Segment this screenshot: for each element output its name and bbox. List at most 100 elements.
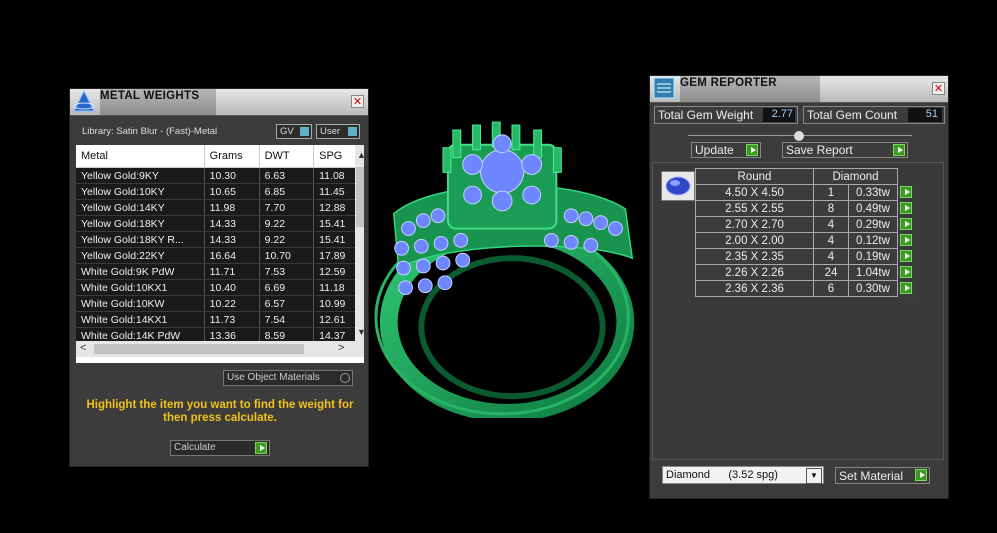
table-cell: 14.33: [204, 215, 260, 232]
arrow-right-icon: [900, 201, 912, 214]
arrow-right-icon: [915, 469, 927, 481]
table-cell: White Gold:14KX1: [76, 311, 205, 328]
ring-render[interactable]: [374, 118, 650, 418]
vertical-scrollbar[interactable]: ▲ ▼: [355, 145, 364, 341]
gem-cell: 4.50 X 4.50: [695, 184, 814, 201]
table-cell: 7.70: [259, 199, 315, 216]
table-cell: Yellow Gold:18KY R...: [76, 231, 205, 248]
gem-cell: 6: [813, 280, 849, 297]
table-row[interactable]: White Gold:14KX1 11.73 7.54 12.61: [76, 311, 364, 328]
gem-shape-icon[interactable]: [661, 171, 695, 201]
gem-cell: 2.70 X 2.70: [695, 216, 814, 233]
column-header-metal[interactable]: Metal: [76, 145, 205, 168]
gem-row[interactable]: 2.36 X 2.36 6 0.30tw: [695, 280, 915, 297]
gem-reporter-panel: GEM REPORTER ✕ Total Gem Weight 2.77 Tot…: [649, 75, 949, 499]
table-cell: 7.54: [259, 311, 315, 328]
table-cell: 16.64: [204, 247, 260, 264]
gem-row[interactable]: 2.26 X 2.26 24 1.04tw: [695, 264, 915, 281]
scroll-left-icon[interactable]: <: [80, 342, 86, 354]
material-select[interactable]: Diamond (3.52 spg) ▼: [662, 466, 824, 484]
gem-row[interactable]: 2.00 X 2.00 4 0.12tw: [695, 232, 915, 249]
column-header-grams[interactable]: Grams: [204, 145, 260, 168]
table-row[interactable]: Yellow Gold:9KY 10.30 6.63 11.08: [76, 167, 364, 184]
table-cell: White Gold:10KW: [76, 295, 205, 312]
metal-table[interactable]: Metal Grams DWT SPG Yellow Gold:9KY 10.30 6.6…: [76, 145, 364, 363]
row-select-button[interactable]: [897, 264, 915, 281]
slider-handle[interactable]: [794, 131, 804, 141]
gv-toggle[interactable]: GV: [276, 124, 312, 139]
table-row[interactable]: White Gold:10KX1 10.40 6.69 11.18: [76, 279, 364, 296]
column-header-dwt[interactable]: DWT: [259, 145, 315, 168]
table-cell: 10.22: [204, 295, 260, 312]
table-row[interactable]: Yellow Gold:22KY 16.64 10.70 17.89: [76, 247, 364, 264]
table-cell: Yellow Gold:14KY: [76, 199, 205, 216]
gem-row[interactable]: 4.50 X 4.50 1 0.33tw: [695, 184, 915, 201]
update-button[interactable]: Update: [691, 142, 761, 158]
table-cell: 11.71: [204, 263, 260, 280]
metal-weights-titlebar[interactable]: METAL WEIGHTS ✕: [70, 89, 368, 116]
table-row[interactable]: Yellow Gold:18KY R... 14.33 9.22 15.41: [76, 231, 364, 248]
row-select-button[interactable]: [897, 280, 915, 297]
table-row[interactable]: Yellow Gold:14KY 11.98 7.70 12.88: [76, 199, 364, 216]
close-icon[interactable]: ✕: [351, 95, 364, 108]
metal-weights-logo-icon: [73, 89, 95, 112]
calculate-button[interactable]: Calculate: [170, 440, 270, 456]
instruction-text: Highlight the item you want to find the …: [86, 399, 354, 424]
gem-cell: 4: [813, 248, 849, 265]
table-cell: White Gold:10KX1: [76, 279, 205, 296]
horizontal-scrollbar[interactable]: < >: [76, 341, 364, 357]
scroll-thumb[interactable]: [356, 167, 364, 227]
table-cell: 7.53: [259, 263, 315, 280]
table-cell: Yellow Gold:10KY: [76, 183, 205, 200]
set-material-button[interactable]: Set Material: [835, 467, 930, 484]
scroll-up-icon[interactable]: ▲: [357, 150, 364, 160]
arrow-right-icon: [746, 144, 758, 156]
row-select-button[interactable]: [897, 184, 915, 201]
gem-reporter-titlebar[interactable]: GEM REPORTER ✕: [650, 76, 948, 103]
gem-cell: 24: [813, 264, 849, 281]
use-object-materials-checkbox[interactable]: Use Object Materials: [223, 370, 353, 386]
arrow-right-icon: [900, 217, 912, 230]
gem-cell: 2.35 X 2.35: [695, 248, 814, 265]
table-cell: 6.63: [259, 167, 315, 184]
table-row[interactable]: Yellow Gold:10KY 10.65 6.85 11.45: [76, 183, 364, 200]
table-cell: 10.30: [204, 167, 260, 184]
gem-cell: 2.36 X 2.36: [695, 280, 814, 297]
table-row[interactable]: White Gold:10KW 10.22 6.57 10.99: [76, 295, 364, 312]
total-gem-weight-value: 2.77: [763, 108, 795, 122]
column-header-material: Diamond: [813, 168, 898, 185]
gem-cell: 0.29tw: [848, 216, 898, 233]
close-icon[interactable]: ✕: [932, 82, 945, 95]
gem-table[interactable]: Round Diamond 4.50 X 4.50 1 0.33tw 2.55 X 2…: [695, 168, 915, 297]
scroll-down-icon[interactable]: ▼: [357, 327, 364, 337]
h-scroll-thumb[interactable]: [94, 344, 304, 354]
dropdown-arrow-icon[interactable]: ▼: [806, 468, 822, 484]
gem-row[interactable]: 2.55 X 2.55 8 0.49tw: [695, 200, 915, 217]
table-row[interactable]: Yellow Gold:18KY 14.33 9.22 15.41: [76, 215, 364, 232]
arrow-right-icon: [900, 233, 912, 246]
gem-row[interactable]: 2.35 X 2.35 4 0.19tw: [695, 248, 915, 265]
total-gem-count-box: Total Gem Count 51: [803, 106, 945, 124]
table-row[interactable]: White Gold:9K PdW 11.71 7.53 12.59: [76, 263, 364, 280]
gem-row[interactable]: 2.70 X 2.70 4 0.29tw: [695, 216, 915, 233]
gem-cell: 0.33tw: [848, 184, 898, 201]
save-report-button[interactable]: Save Report: [782, 142, 908, 158]
gem-cell: 1.04tw: [848, 264, 898, 281]
table-cell: 11.98: [204, 199, 260, 216]
report-slider[interactable]: [688, 131, 912, 141]
row-select-button[interactable]: [897, 200, 915, 217]
arrow-right-icon: [900, 185, 912, 198]
gem-cell: 0.30tw: [848, 280, 898, 297]
row-select-button[interactable]: [897, 232, 915, 249]
gem-reporter-title: GEM REPORTER: [680, 77, 777, 89]
row-select-button[interactable]: [897, 216, 915, 233]
gem-cell: 4: [813, 216, 849, 233]
row-select-button[interactable]: [897, 248, 915, 265]
scroll-right-icon[interactable]: >: [338, 342, 344, 354]
user-toggle[interactable]: User: [316, 124, 360, 139]
gem-cell: 2.55 X 2.55: [695, 200, 814, 217]
table-cell: 9.22: [259, 231, 315, 248]
gem-cell: 2.26 X 2.26: [695, 264, 814, 281]
arrow-right-icon: [900, 265, 912, 278]
total-gem-weight-box: Total Gem Weight 2.77: [654, 106, 798, 124]
